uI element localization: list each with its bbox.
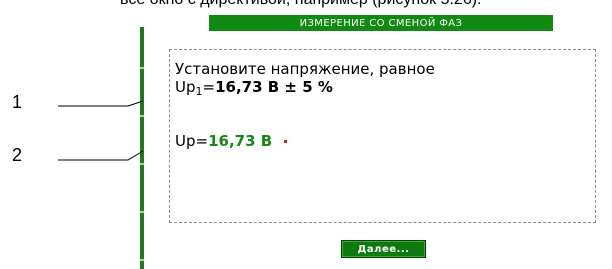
- callout-line-2: [58, 150, 144, 161]
- callout-leader-lines: [58, 100, 144, 161]
- callout-line-1: [58, 100, 144, 107]
